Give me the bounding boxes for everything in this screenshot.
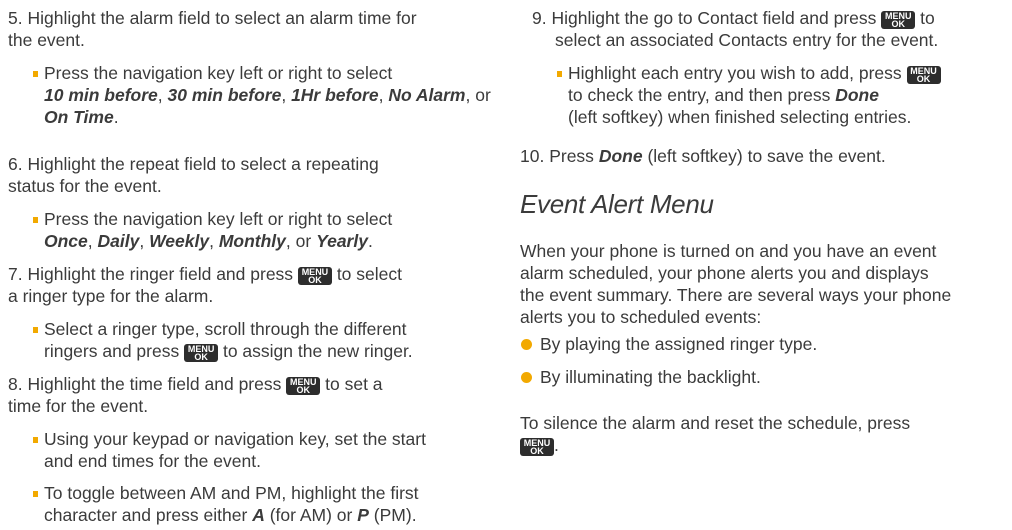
option-text: No Alarm	[388, 85, 466, 105]
sub-text: .	[367, 231, 373, 251]
menu-ok-key-icon: MENU OK	[520, 437, 554, 456]
menu-ok-key-icon: MENU OK	[881, 10, 916, 29]
bullet-square-icon	[557, 71, 562, 77]
step-text: the event.	[8, 30, 85, 50]
option-text: 10 min before	[44, 85, 158, 105]
sub-text: Press the navigation key left or right t…	[44, 63, 393, 83]
menu-ok-key-icon: MENU OK	[184, 343, 219, 362]
step-text: select an associated Contacts entry for …	[555, 30, 939, 50]
step-text: to	[920, 8, 935, 28]
menu-ok-key-icon: MENU OK	[297, 266, 332, 285]
bullet-square-icon	[33, 491, 38, 497]
step-6: 6. Highlight the repeat field to select …	[8, 153, 484, 197]
option-text: On Time	[44, 107, 114, 127]
step-9-sub: Highlight each entry you wish to add, pr…	[532, 62, 1012, 128]
step-10: 10. Press Done (left softkey) to save th…	[520, 145, 1000, 167]
paragraph-line: alarm scheduled, your phone alerts you a…	[520, 263, 929, 283]
menu-ok-key-icon: MENU OK	[286, 376, 321, 395]
bullet-text: By illuminating the backlight.	[540, 367, 761, 387]
softkey-label: Done	[598, 146, 643, 166]
bullet-square-icon	[33, 437, 38, 443]
step-text: to select	[336, 264, 402, 284]
step-text: Highlight the time field and press	[27, 374, 282, 394]
sub-text: (for AM) or	[269, 505, 353, 525]
sub-text: , or	[285, 231, 312, 251]
option-text: 30 min before	[167, 85, 282, 105]
sub-text: , or	[465, 85, 491, 105]
bullet-dot-icon	[521, 339, 532, 350]
step-8-sub-2: To toggle between AM and PM, highlight t…	[8, 482, 520, 526]
step-text: Highlight the go to Contact field and pr…	[551, 8, 877, 28]
step-8: 8. Highlight the time field and press ME…	[8, 373, 484, 417]
sub-text: To toggle between AM and PM, highlight t…	[44, 483, 419, 503]
paragraph-line: .	[554, 435, 559, 455]
bullet-text: By playing the assigned ringer type.	[540, 334, 818, 354]
option-text: Weekly	[149, 231, 210, 251]
bullet-square-icon	[33, 217, 38, 223]
option-text: Once	[44, 231, 88, 251]
step-text: time for the event.	[8, 396, 149, 416]
paragraph-line: To silence the alarm and reset the sched…	[520, 413, 911, 433]
step-number: 8.	[8, 374, 23, 394]
sub-text: .	[113, 107, 119, 127]
closing-paragraph: To silence the alarm and reset the sched…	[520, 412, 1000, 456]
bullet-dot-icon	[521, 372, 532, 383]
key-letter: P	[357, 505, 369, 525]
step-text: to set a	[325, 374, 383, 394]
list-item: By illuminating the backlight.	[520, 366, 1000, 388]
step-text: Press	[549, 146, 594, 166]
sub-text: and end times for the event.	[44, 451, 261, 471]
sub-text: to assign the new ringer.	[222, 341, 413, 361]
intro-paragraph: When your phone is turned on and you hav…	[520, 240, 1000, 328]
step-text: (left softkey) to save the event.	[647, 146, 886, 166]
option-text: 1Hr before	[291, 85, 379, 105]
step-8-sub-1: Using your keypad or navigation key, set…	[8, 428, 520, 472]
step-number: 5.	[8, 8, 23, 28]
step-7: 7. Highlight the ringer field and press …	[8, 263, 484, 307]
sub-text: (left softkey) when finished selecting e…	[568, 107, 912, 127]
step-text: Highlight the ringer field and press	[27, 264, 294, 284]
section-heading: Event Alert Menu	[520, 189, 714, 219]
softkey-label: Done	[835, 85, 879, 105]
sub-text: Press the navigation key left or right t…	[44, 209, 393, 229]
step-number: 7.	[8, 264, 23, 284]
key-letter: A	[252, 505, 265, 525]
step-9: 9. Highlight the go to Contact field and…	[520, 7, 1012, 51]
sub-text: Select a ringer type, scroll through the…	[44, 319, 407, 339]
sub-text: (PM).	[373, 505, 417, 525]
step-number: 10.	[520, 146, 545, 166]
step-text: a ringer type for the alarm.	[8, 286, 214, 306]
option-text: Monthly	[218, 231, 286, 251]
option-text: Yearly	[316, 231, 368, 251]
paragraph-line: the event summary. There are several way…	[520, 285, 952, 305]
option-text: Daily	[97, 231, 140, 251]
step-text: Highlight the alarm field to select an a…	[27, 8, 417, 28]
step-7-sub: Select a ringer type, scroll through the…	[8, 318, 520, 362]
menu-ok-key-icon: MENU OK	[906, 65, 941, 84]
step-text: status for the event.	[8, 176, 162, 196]
list-item: By playing the assigned ringer type.	[520, 333, 1000, 355]
step-number: 6.	[8, 154, 23, 174]
sub-text: to check the entry, and then press	[568, 85, 831, 105]
paragraph-line: When your phone is turned on and you hav…	[520, 241, 937, 261]
sub-text: ringers and press	[44, 341, 180, 361]
sub-text: Using your keypad or navigation key, set…	[44, 429, 426, 449]
bullet-square-icon	[33, 327, 38, 333]
sub-text: character and press either	[44, 505, 248, 525]
step-number: 9.	[532, 8, 547, 28]
sub-text: Highlight each entry you wish to add, pr…	[568, 63, 902, 83]
step-5-sub: Press the navigation key left or right t…	[8, 62, 520, 128]
step-5: 5. Highlight the alarm field to select a…	[8, 7, 484, 51]
bullet-square-icon	[33, 71, 38, 77]
step-text: Highlight the repeat field to select a r…	[27, 154, 379, 174]
step-6-sub: Press the navigation key left or right t…	[8, 208, 520, 252]
paragraph-line: alerts you to scheduled events:	[520, 307, 762, 327]
